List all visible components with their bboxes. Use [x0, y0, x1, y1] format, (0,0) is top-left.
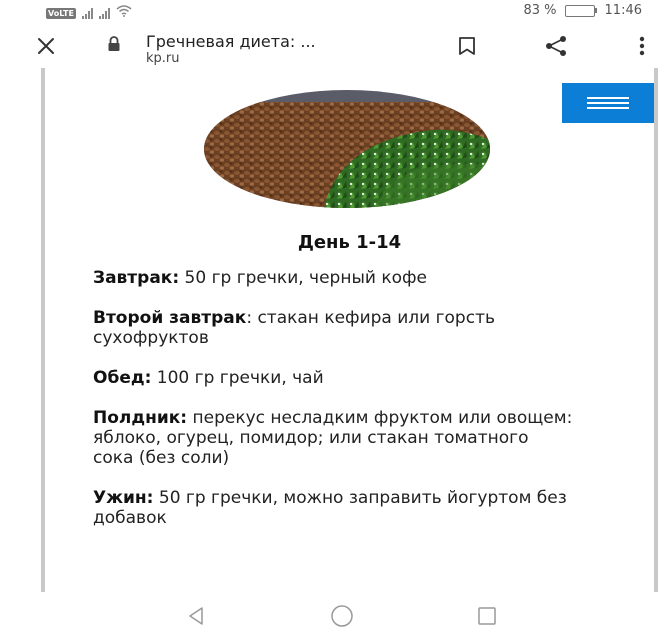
- meal-text: 50 гр гречки, черный кофе: [179, 268, 428, 288]
- cell-signal-2-icon: [98, 7, 110, 19]
- browser-toolbar: Гречневая диета: ... kp.ru: [0, 24, 664, 68]
- meal-label: Завтрак:: [93, 268, 180, 288]
- meal-second-breakfast: Второй завтрак: стакан кефира или горсть…: [93, 308, 573, 348]
- meal-label: Обед:: [93, 368, 152, 388]
- hamburger-menu-button[interactable]: [562, 83, 654, 123]
- wifi-icon: [116, 5, 132, 21]
- status-right: 83 % 11:46: [524, 3, 643, 18]
- bookmark-icon[interactable]: [453, 32, 481, 60]
- day-heading: День 1-14: [297, 232, 402, 253]
- page-url[interactable]: kp.ru: [146, 51, 180, 66]
- meal-label: Второй завтрак: [93, 308, 247, 328]
- meal-list: Завтрак: 50 гр гречки, черный кофе Второ…: [93, 268, 573, 548]
- meal-breakfast: Завтрак: 50 гр гречки, черный кофе: [93, 268, 573, 288]
- cell-signal-icon: [81, 7, 93, 19]
- article-content[interactable]: День 1-14 Завтрак: 50 гр гречки, черный …: [41, 68, 658, 592]
- page-title[interactable]: Гречневая диета: ...: [146, 32, 316, 51]
- meal-text: 100 гр гречки, чай: [151, 368, 324, 388]
- share-icon[interactable]: [542, 32, 570, 60]
- navigation-bar: [0, 592, 664, 644]
- close-icon[interactable]: [32, 32, 60, 60]
- volte-badge: VoLTE: [46, 7, 76, 19]
- status-left: VoLTE: [46, 5, 132, 21]
- meal-label: Полдник:: [93, 408, 188, 428]
- meal-afternoon-snack: Полдник: перекус несладким фруктом или о…: [93, 408, 573, 468]
- back-icon[interactable]: [180, 600, 212, 632]
- clock: 11:46: [604, 3, 642, 18]
- meal-lunch: Обед: 100 гр гречки, чай: [93, 368, 573, 388]
- home-icon[interactable]: [326, 600, 358, 632]
- meal-label: Ужин:: [93, 488, 154, 508]
- meal-dinner: Ужин: 50 гр гречки, можно заправить йогу…: [93, 488, 573, 528]
- more-vertical-icon[interactable]: [628, 32, 656, 60]
- recent-apps-icon[interactable]: [471, 600, 503, 632]
- battery-icon: [564, 4, 597, 17]
- battery-percent: 83 %: [523, 3, 557, 18]
- buckwheat-photo: [204, 90, 490, 208]
- phone-screen: VoLTE 83 % 11:46 Гречневая диета: ... kp…: [0, 0, 664, 644]
- lock-icon: [107, 36, 121, 56]
- meal-text: 50 гр гречки, можно заправить йогуртом б…: [93, 488, 567, 528]
- status-bar: VoLTE 83 % 11:46: [0, 0, 664, 24]
